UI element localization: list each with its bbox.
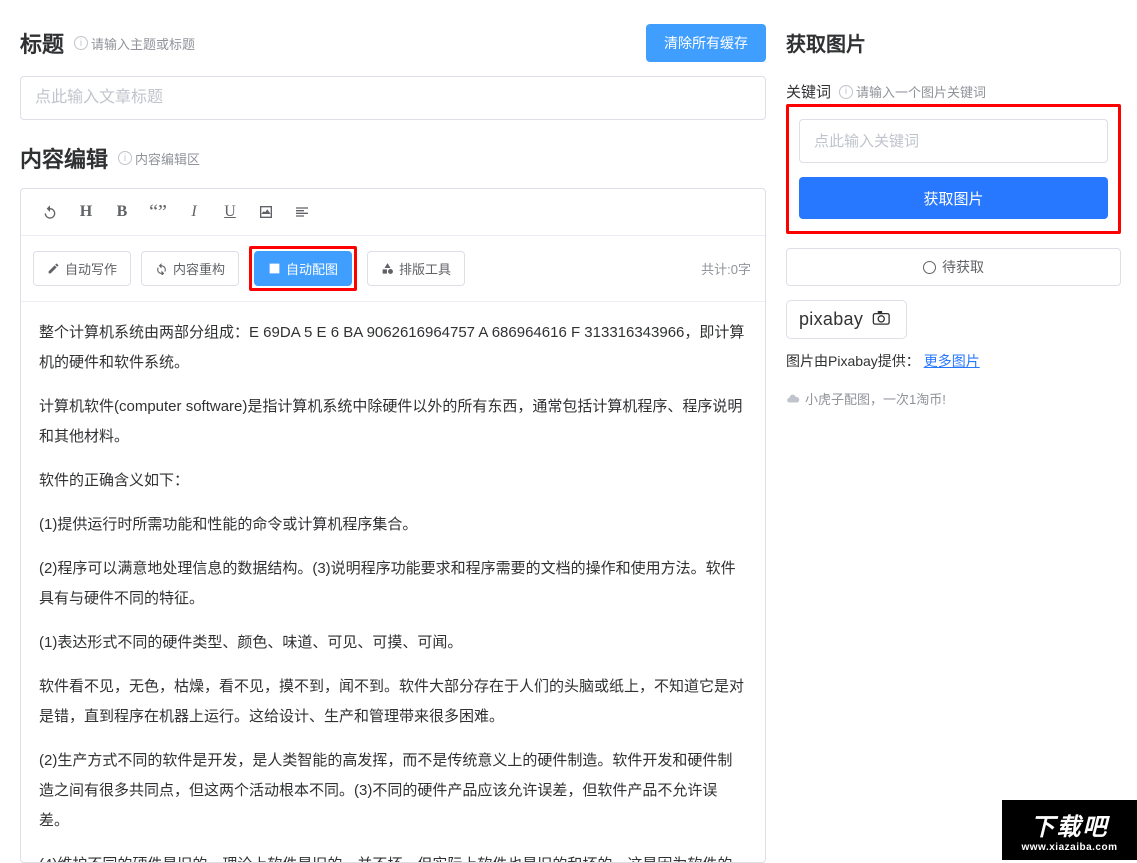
- undo-icon[interactable]: [33, 197, 67, 227]
- info-icon: i: [118, 151, 132, 165]
- clear-cache-button[interactable]: 清除所有缓存: [646, 24, 766, 62]
- restructure-button[interactable]: 内容重构: [141, 251, 239, 286]
- bold-icon[interactable]: B: [105, 197, 139, 227]
- more-images-link[interactable]: 更多图片: [924, 353, 980, 369]
- editor-box: H B “” I U 自动写作 内容重构: [20, 188, 766, 863]
- content-paragraph: (2)生产方式不同的软件是开发，是人类智能的高发挥，而不是传统意义上的硬件制造。…: [39, 746, 747, 836]
- pixabay-badge: pixabay: [786, 300, 907, 339]
- title-header: 标题 i 请输入主题或标题 清除所有缓存: [20, 24, 766, 62]
- title-label: 标题: [20, 27, 64, 59]
- info-icon: i: [839, 85, 853, 99]
- title-hint: i 请输入主题或标题: [74, 34, 195, 53]
- editor-content[interactable]: 整个计算机系统由两部分组成：E 69DA 5 E 6 BA 9062616964…: [21, 302, 765, 862]
- content-paragraph: (1)提供运行时所需功能和性能的命令或计算机程序集合。: [39, 510, 747, 540]
- auto-image-button[interactable]: 自动配图: [254, 251, 352, 286]
- content-paragraph: 整个计算机系统由两部分组成：E 69DA 5 E 6 BA 9062616964…: [39, 318, 747, 378]
- circle-icon: [923, 261, 936, 274]
- camera-icon: [872, 311, 894, 330]
- underline-icon[interactable]: U: [213, 197, 247, 227]
- auto-write-button[interactable]: 自动写作: [33, 251, 131, 286]
- content-hint: i 内容编辑区: [118, 149, 200, 168]
- keyword-input[interactable]: [799, 119, 1108, 163]
- content-paragraph: 软件的正确含义如下：: [39, 466, 747, 496]
- italic-icon[interactable]: I: [177, 197, 211, 227]
- quote-icon[interactable]: “”: [141, 197, 175, 227]
- align-icon[interactable]: [285, 197, 319, 227]
- char-count: 共计:0字: [701, 259, 751, 278]
- sidebar-title: 获取图片: [786, 24, 1121, 61]
- article-title-input[interactable]: [20, 76, 766, 120]
- image-icon[interactable]: [249, 197, 283, 227]
- tiger-line: 小虎子配图，一次1淘币!: [786, 389, 1121, 408]
- info-icon: i: [74, 36, 88, 50]
- format-toolbar: H B “” I U: [21, 189, 765, 236]
- content-paragraph: (2)程序可以满意地处理信息的数据结构。(3)说明程序功能要求和程序需要的文档的…: [39, 554, 747, 614]
- pending-button[interactable]: 待获取: [786, 248, 1121, 286]
- fetch-image-button[interactable]: 获取图片: [799, 177, 1108, 219]
- content-paragraph: 计算机软件(computer software)是指计算机系统中除硬件以外的所有…: [39, 392, 747, 452]
- content-header: 内容编辑 i 内容编辑区: [20, 142, 766, 174]
- source-line: 图片由Pixabay提供： 更多图片: [786, 351, 1121, 371]
- keyword-label-row: 关键词 i 请输入一个图片关键词: [786, 81, 1121, 102]
- content-paragraph: 软件看不见，无色，枯燥，看不见，摸不到，闻不到。软件大部分存在于人们的头脑或纸上…: [39, 672, 747, 732]
- content-paragraph: (4)维护不同的硬件是旧的，理论上软件是旧的，并不坏，但实际上软件也是旧的和坏的…: [39, 850, 747, 862]
- cloud-icon: [786, 392, 800, 406]
- layout-tool-button[interactable]: 排版工具: [367, 251, 465, 286]
- highlight-fetch-box: 获取图片: [786, 104, 1121, 234]
- keyword-label: 关键词: [786, 81, 831, 102]
- highlight-auto-image: 自动配图: [249, 246, 357, 291]
- watermark: 下载吧 www.xiazaiba.com: [1002, 800, 1137, 860]
- heading-icon[interactable]: H: [69, 197, 103, 227]
- content-paragraph: (1)表达形式不同的硬件类型、颜色、味道、可见、可摸、可闻。: [39, 628, 747, 658]
- keyword-hint: i 请输入一个图片关键词: [839, 82, 986, 101]
- content-label: 内容编辑: [20, 142, 108, 174]
- action-toolbar: 自动写作 内容重构 自动配图 排版工具 共计:0字: [21, 236, 765, 302]
